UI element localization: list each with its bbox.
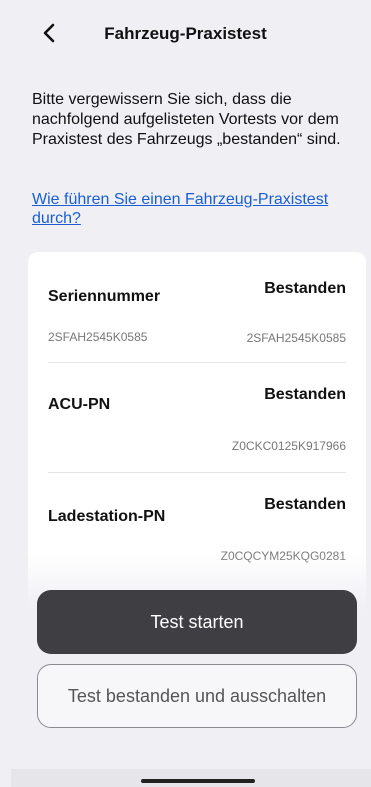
intro-text: Bitte vergewissern Sie sich, dass die na…: [32, 91, 341, 148]
serial-right: 2SFAH2545K0585: [246, 331, 346, 345]
pretest-card: Seriennummer Bestanden 2SFAH2545K0585 2S…: [28, 252, 366, 612]
start-test-button[interactable]: Test starten: [37, 590, 357, 654]
divider: [48, 362, 346, 363]
navigation-bar: [11, 769, 371, 787]
pass-and-switch-off-button[interactable]: Test bestanden und ausschalten: [37, 664, 357, 728]
test-status: Bestanden: [264, 280, 346, 297]
page-title: Fahrzeug-Praxistest: [104, 24, 267, 43]
header-bar: Fahrzeug-Praxistest: [0, 0, 371, 66]
test-status: Bestanden: [264, 496, 346, 513]
test-status: Bestanden: [264, 386, 346, 403]
test-row-serial-number: Seriennummer Bestanden 2SFAH2545K0585 2S…: [48, 278, 346, 366]
test-name: ACU-PN: [48, 396, 111, 413]
divider: [48, 472, 346, 473]
home-indicator[interactable]: [141, 779, 255, 783]
serial-right: Z0CKC0125K917966: [231, 439, 346, 453]
help-link[interactable]: Wie führen Sie einen Fahrzeug-Praxistest…: [32, 190, 352, 228]
test-name: Seriennummer: [48, 288, 161, 305]
test-name: Ladestation-PN: [48, 508, 166, 525]
serial-left: 2SFAH2545K0585: [48, 330, 148, 344]
test-row-acu-pn: ACU-PN Bestanden Z0CKC0125K917966: [48, 384, 346, 472]
